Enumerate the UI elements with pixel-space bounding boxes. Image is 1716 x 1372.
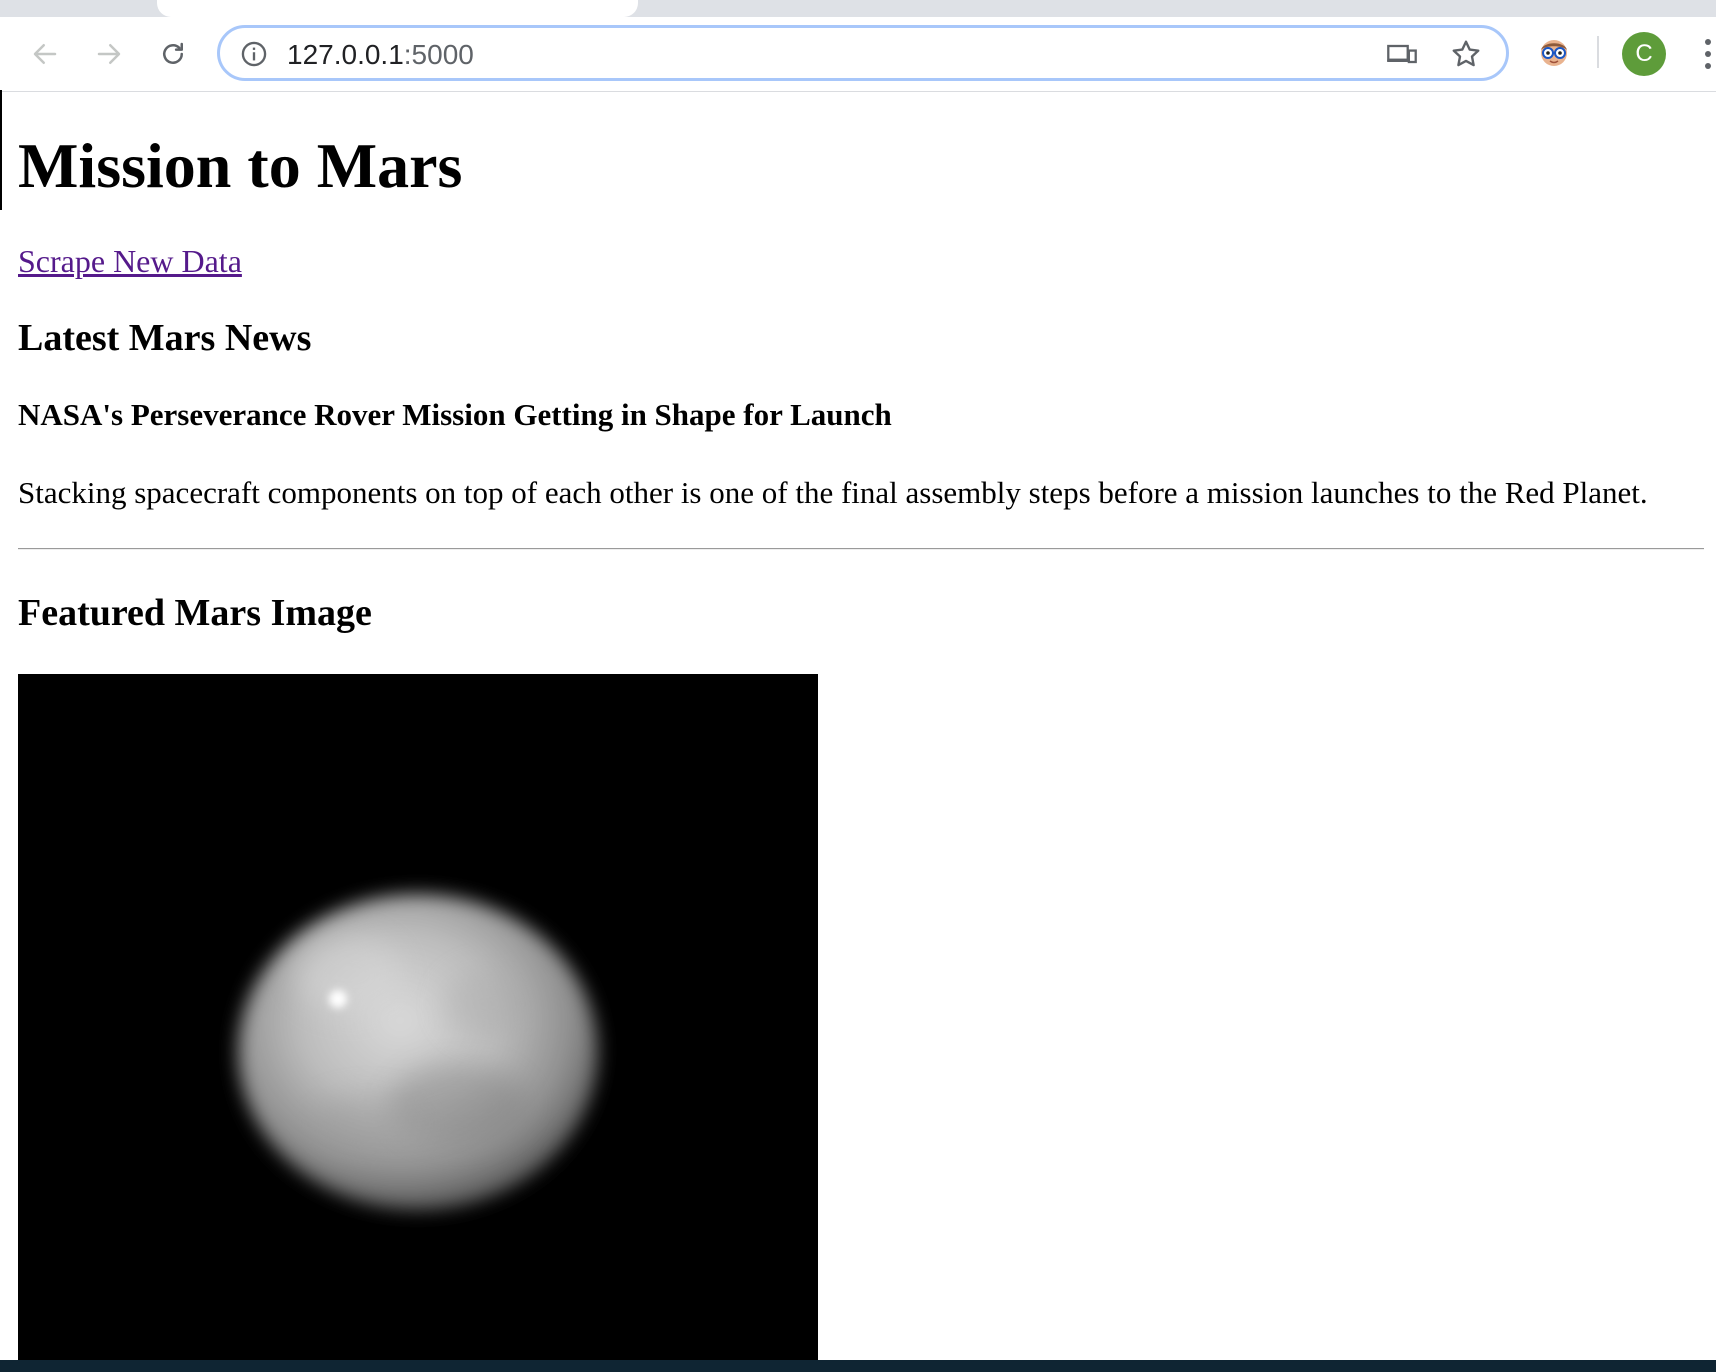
page-title: Mission to Mars bbox=[18, 130, 463, 201]
forward-arrow-icon bbox=[97, 44, 121, 64]
cast-icon[interactable] bbox=[1386, 40, 1418, 68]
reload-button[interactable] bbox=[154, 35, 192, 73]
star-icon[interactable] bbox=[1450, 38, 1482, 70]
three-dots-menu-icon[interactable] bbox=[1700, 36, 1716, 72]
avatar-initial: C bbox=[1635, 40, 1653, 67]
back-arrow-icon bbox=[33, 44, 57, 64]
info-icon[interactable] bbox=[240, 40, 268, 68]
forward-button[interactable] bbox=[90, 35, 128, 73]
taskbar-edge bbox=[0, 1360, 1716, 1372]
back-button[interactable] bbox=[26, 35, 64, 73]
planet-photo bbox=[18, 674, 818, 1372]
url-text[interactable]: 127.0.0.1:5000 bbox=[287, 38, 474, 72]
active-tab[interactable] bbox=[157, 0, 638, 17]
tab-strip bbox=[0, 0, 1716, 17]
featured-image-heading: Featured Mars Image bbox=[18, 592, 372, 634]
section-divider bbox=[18, 548, 1704, 550]
browser-toolbar: 127.0.0.1:5000 C bbox=[0, 17, 1716, 92]
address-bar[interactable]: 127.0.0.1:5000 bbox=[217, 25, 1509, 81]
news-paragraph: Stacking spacecraft components on top of… bbox=[18, 475, 1648, 510]
profile-avatar[interactable]: C bbox=[1622, 32, 1666, 76]
scrape-new-data-link[interactable]: Scrape New Data bbox=[18, 241, 242, 281]
featured-mars-image bbox=[18, 674, 818, 1372]
toolbar-divider bbox=[1597, 36, 1599, 68]
url-host: 127.0.0.1 bbox=[287, 39, 404, 70]
news-section-heading: Latest Mars News bbox=[18, 317, 312, 359]
glasses-face-icon[interactable] bbox=[1536, 34, 1572, 70]
window-edge bbox=[0, 90, 2, 210]
news-title: NASA's Perseverance Rover Mission Gettin… bbox=[18, 397, 892, 432]
reload-icon bbox=[163, 42, 183, 64]
url-port: :5000 bbox=[403, 39, 474, 70]
